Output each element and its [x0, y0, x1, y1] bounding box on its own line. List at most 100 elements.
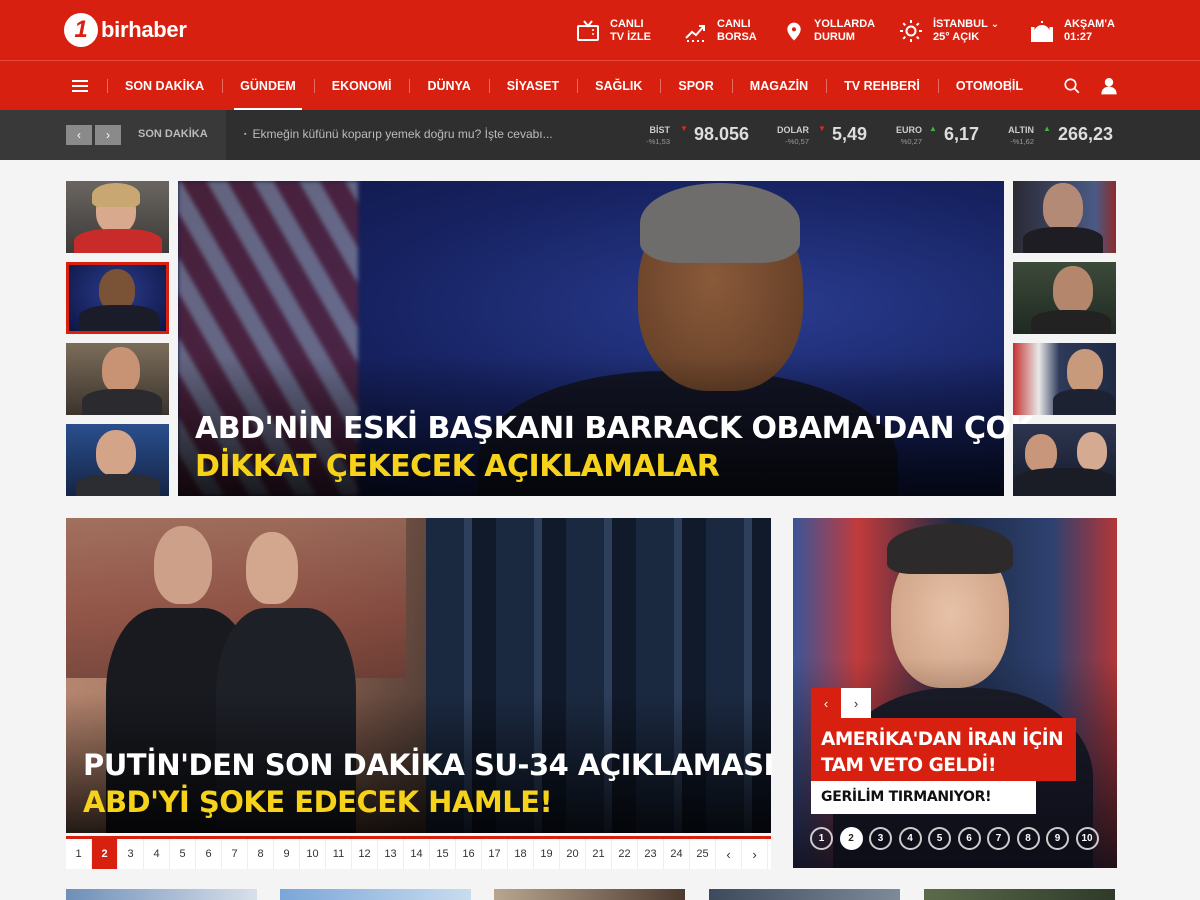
news-card[interactable]	[709, 889, 900, 900]
page-button[interactable]: 3	[118, 839, 144, 869]
slider-dot[interactable]: 4	[898, 827, 922, 850]
market-change: -%1,53	[646, 137, 670, 146]
hero-title-line1[interactable]: ABD'NİN ESKİ BAŞKANI BARRACK OBAMA'DAN Ç…	[195, 410, 1034, 448]
page-button[interactable]: 8	[248, 839, 274, 869]
page-button[interactable]: 22	[612, 839, 638, 869]
page-button[interactable]: 17	[482, 839, 508, 869]
side-subtitle[interactable]: GERİLİM TIRMANIYOR!	[811, 781, 1036, 814]
live-tv-line2: TV İZLE	[610, 31, 651, 43]
page-button[interactable]: 10	[300, 839, 326, 869]
page-button[interactable]: 23	[638, 839, 664, 869]
live-tv-line1: CANLI	[610, 18, 644, 30]
headline-thumb[interactable]	[1013, 424, 1116, 496]
slider-dot[interactable]: 9	[1046, 827, 1069, 850]
news-card[interactable]	[924, 889, 1115, 900]
site-logo[interactable]: 1 birhaber	[64, 13, 187, 47]
side-next-button[interactable]: ›	[841, 688, 871, 718]
ticker-label: SON DAKİKA	[138, 128, 208, 140]
page-button[interactable]: 24	[664, 839, 690, 869]
nav-item-otomobil[interactable]: OTOMOBİL	[937, 61, 1041, 111]
prayer-time-widget[interactable]: AKŞAM'A 01:27	[1030, 17, 1115, 45]
main-title-line1[interactable]: PUTİN'DEN SON DAKİKA SU-34 AÇIKLAMASI	[83, 747, 774, 783]
pager-next-button[interactable]: ›	[742, 839, 768, 869]
main-title-line2[interactable]: ABD'Yİ ŞOKE EDECEK HAMLE!	[83, 784, 553, 820]
slider-dot[interactable]: 6	[957, 827, 981, 850]
headline-thumb[interactable]	[66, 181, 169, 253]
news-card[interactable]	[494, 889, 685, 900]
news-card[interactable]	[280, 889, 471, 900]
nav-item-saglik[interactable]: SAĞLIK	[577, 61, 660, 111]
nav-divider	[1010, 78, 1011, 92]
page-button[interactable]: 2	[92, 839, 118, 869]
market-altin[interactable]: ALTIN -%1,62 ▲ 266,23	[990, 122, 1120, 150]
page-button[interactable]: 5	[170, 839, 196, 869]
page-button[interactable]: 4	[144, 839, 170, 869]
page-button[interactable]: 1	[66, 839, 92, 869]
slider-dot[interactable]: 3	[869, 827, 892, 850]
pager-prev-button[interactable]: ‹	[716, 839, 742, 869]
traffic-link[interactable]: YOLLARDA DURUM	[784, 17, 875, 45]
logo-text: birhaber	[101, 17, 187, 42]
ticker-prev-button[interactable]: ‹	[66, 125, 92, 145]
news-card[interactable]	[66, 889, 257, 900]
page-button[interactable]: 9	[274, 839, 300, 869]
prayer-countdown: 01:27	[1064, 31, 1093, 43]
side-title-box[interactable]: AMERİKA'DAN İRAN İÇİN TAM VETO GELDİ!	[811, 718, 1076, 781]
slider-dot[interactable]: 1	[810, 827, 833, 850]
arrow-down-icon: ▼	[818, 124, 826, 133]
hero-title-line2[interactable]: DİKKAT ÇEKECEK AÇIKLAMALAR	[195, 448, 720, 486]
breaking-news-ticker: ‹ › SON DAKİKA Ekmeğin küfünü koparıp ye…	[0, 110, 1200, 160]
page-button[interactable]: 19	[534, 839, 560, 869]
map-pin-icon	[787, 22, 801, 41]
slider-dot[interactable]: 7	[987, 827, 1010, 850]
search-icon[interactable]	[1063, 77, 1081, 95]
slider-dot[interactable]: 10	[1075, 827, 1099, 850]
page-button[interactable]: 15	[430, 839, 456, 869]
page-button[interactable]: 11	[326, 839, 352, 869]
user-icon[interactable]	[1100, 77, 1118, 95]
page-button[interactable]: 18	[508, 839, 534, 869]
nav-item-tv-rehberi[interactable]: TV REHBERİ	[826, 61, 938, 111]
nav-item-dunya[interactable]: DÜNYA	[409, 61, 488, 111]
market-dolar[interactable]: DOLAR -%0,57 ▼ 5,49	[760, 122, 875, 150]
ticker-headline[interactable]: Ekmeğin küfünü koparıp yemek doğru mu? İ…	[244, 127, 552, 141]
page-button[interactable]: 14	[404, 839, 430, 869]
live-stock-link[interactable]: CANLI BORSA	[683, 17, 757, 45]
market-name: EURO	[895, 125, 922, 135]
page-button[interactable]: 16	[456, 839, 482, 869]
headline-thumb[interactable]	[1013, 262, 1116, 334]
page-button[interactable]: 21	[586, 839, 612, 869]
page-button[interactable]: 7	[222, 839, 248, 869]
page-button[interactable]: 25	[690, 839, 716, 869]
nav-item-ekonomi[interactable]: EKONOMİ	[313, 61, 410, 111]
headline-thumb[interactable]	[66, 343, 169, 415]
market-euro[interactable]: EURO %0,27 ▲ 6,17	[880, 122, 990, 150]
menu-icon[interactable]	[72, 80, 88, 92]
ticker-next-button[interactable]: ›	[95, 125, 121, 145]
slider-dot[interactable]: 8	[1016, 827, 1040, 850]
live-stock-line2: BORSA	[717, 31, 757, 43]
weather-city: İSTANBUL ⌄	[933, 18, 1000, 30]
page-button[interactable]: 12	[352, 839, 378, 869]
live-tv-link[interactable]: CANLI TV İZLE	[576, 17, 651, 45]
nav-item-son-dakika[interactable]: SON DAKİKA	[107, 61, 222, 111]
market-bist[interactable]: BİST -%1,53 ▼ 98.056	[620, 122, 760, 150]
nav-item-gundem[interactable]: GÜNDEM	[222, 61, 314, 111]
slider-dot[interactable]: 5	[928, 827, 951, 850]
nav-item-spor[interactable]: SPOR	[660, 61, 731, 111]
page-button[interactable]: 6	[196, 839, 222, 869]
weather-widget[interactable]: İSTANBUL ⌄ 25° AÇIK	[899, 17, 999, 45]
side-title-line2: TAM VETO GELDİ!	[821, 755, 996, 776]
page-button[interactable]: 20	[560, 839, 586, 869]
chevron-down-icon[interactable]: ⌄	[991, 19, 999, 30]
headline-thumb-selected[interactable]	[66, 262, 169, 334]
nav-item-magazin[interactable]: MAGAZİN	[731, 61, 826, 111]
headline-thumb[interactable]	[66, 424, 169, 496]
headline-thumb[interactable]	[1013, 181, 1116, 253]
page-button[interactable]: 13	[378, 839, 404, 869]
nav-item-siyaset[interactable]: SİYASET	[488, 61, 577, 111]
market-change: %0,27	[900, 137, 922, 146]
slider-dot[interactable]: 2	[839, 827, 863, 850]
side-prev-button[interactable]: ‹	[811, 688, 841, 718]
headline-thumb[interactable]	[1013, 343, 1116, 415]
